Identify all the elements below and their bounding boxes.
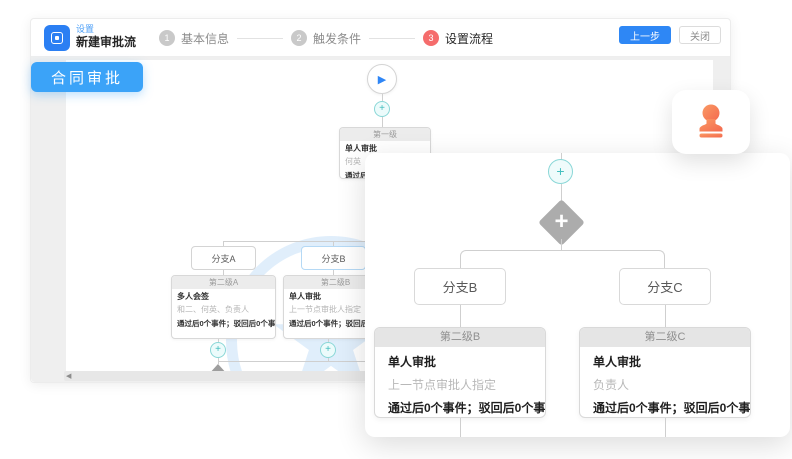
branch-connector-left [460,250,561,268]
node-approval-type: 单人审批 [375,347,545,370]
step-indicator: 1 基本信息 2 触发条件 3 设置流程 [159,19,493,57]
stamp-icon [691,102,731,142]
step-3-circle: 3 [423,30,439,46]
node-assignee: 和二、何英、负责人 [172,302,275,315]
window-title-block: 设置 新建审批流 [76,24,136,50]
step-connector [369,38,415,39]
branch-a-box[interactable]: 分支A [191,246,256,270]
connector-line [460,418,461,437]
node-events: 通过后0个事件；驳回后0个事件 [580,393,750,416]
connector-line [460,305,461,327]
branch-a-label: 分支A [211,252,235,265]
previous-step-button[interactable]: 上一步 [619,26,671,44]
step-connector [237,38,283,39]
breadcrumb-category: 设置 [76,24,136,35]
step-2-label: 触发条件 [313,30,361,47]
node-assignee: 上一节点审批人指定 [375,370,545,393]
connector-line [665,418,666,437]
branch-b-box[interactable]: 分支B [301,246,366,270]
node-card-header: 第二级C [580,328,750,347]
stamp-mini-icon [51,32,63,44]
connector-line [561,239,562,250]
node-card-level2b-large[interactable]: 第二级B 单人审批 上一节点审批人指定 通过后0个事件；驳回后0个事件 [374,327,546,418]
node-assignee: 负责人 [580,370,750,393]
plus-icon: + [545,206,578,239]
step-1-circle: 1 [159,30,175,46]
node-events: 通过后0个事件；驳回后0个事件 [375,393,545,416]
node-approval-type: 单人审批 [580,347,750,370]
add-node-button[interactable]: + [374,101,390,117]
scrollbar-left-icon: ◀ [66,372,71,380]
close-button[interactable]: 关闭 [679,26,721,44]
connector-line [382,94,383,101]
window-topbar: 设置 新建审批流 1 基本信息 2 触发条件 3 设置流程 [31,19,730,57]
add-node-button[interactable]: + [210,342,226,358]
branch-b-label: 分支B [321,252,345,265]
plus-icon: + [379,103,385,114]
stamp-icon-card [672,90,750,154]
add-node-button-large[interactable]: + [548,159,573,184]
node-card-header: 第二级B [375,328,545,347]
branch-c-label: 分支C [647,277,682,296]
step-set-process[interactable]: 3 设置流程 [423,30,493,47]
node-card-header: 第一级 [340,128,430,141]
node-card-header: 第二级A [172,276,275,289]
page: 设置 新建审批流 1 基本信息 2 触发条件 3 设置流程 [0,0,792,459]
connector-line [382,117,383,127]
node-events: 通过后0个事件；驳回后0个事件 [172,315,275,329]
flow-name-label: 合同审批 [51,67,123,88]
branch-connector-right [561,250,665,268]
step-3-label: 设置流程 [445,30,493,47]
plus-icon: + [215,344,221,355]
step-basic-info[interactable]: 1 基本信息 [159,30,229,47]
step-2-circle: 2 [291,30,307,46]
node-card-level2c-large[interactable]: 第二级C 单人审批 负责人 通过后0个事件；驳回后0个事件 [579,327,751,418]
plus-icon: + [325,344,331,355]
step-trigger-conditions[interactable]: 2 触发条件 [291,30,361,47]
add-node-button[interactable]: + [320,342,336,358]
branch-b-label: 分支B [443,277,478,296]
start-node[interactable]: ▶ [367,64,397,94]
page-title: 新建审批流 [76,35,136,50]
topbar-buttons: 上一步 关闭 [619,26,721,44]
node-approval-type: 多人会签 [172,289,275,302]
branch-b-box-large[interactable]: 分支B [414,268,506,305]
plus-icon: + [556,163,564,179]
play-icon: ▶ [378,73,386,86]
branch-c-box-large[interactable]: 分支C [619,268,711,305]
zoom-detail-panel: + + 分支B 分支C 第二级B 单人审批 上一节点审批人指定 通过后0个事件；… [365,153,790,437]
flow-name-tag: 合同审批 [31,62,143,92]
node-card-level2a[interactable]: 第二级A 多人会签 和二、何英、负责人 通过后0个事件；驳回后0个事件 [171,275,276,339]
connector-line [665,305,666,327]
approval-app-icon [44,25,70,51]
step-1-label: 基本信息 [181,30,229,47]
